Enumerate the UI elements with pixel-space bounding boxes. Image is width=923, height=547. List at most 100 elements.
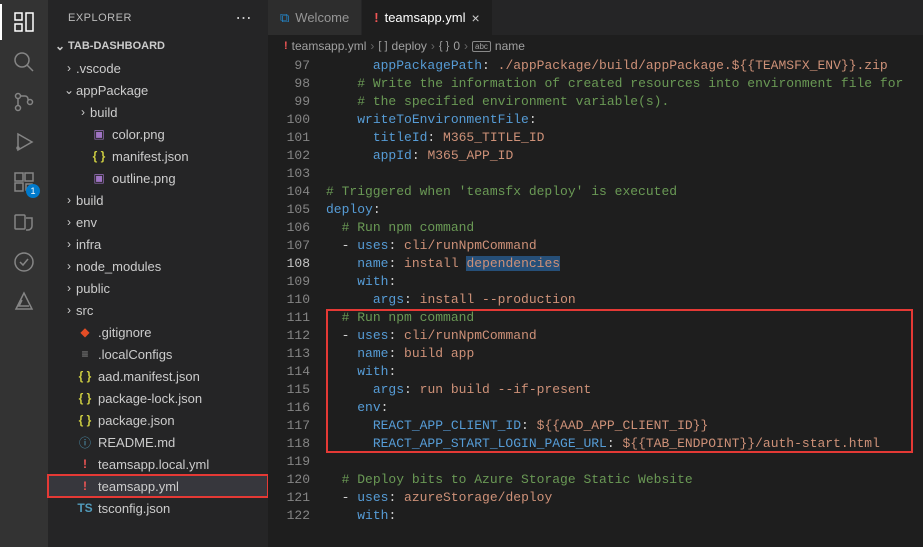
- file-label: infra: [76, 237, 101, 252]
- folder-item[interactable]: ›.vscode: [48, 57, 268, 79]
- yaml-icon: !: [374, 10, 378, 25]
- code-line[interactable]: appId: M365_APP_ID: [326, 147, 915, 165]
- explorer-sidebar: EXPLORER ⋯ ⌄ TAB-DASHBOARD ›.vscode⌄appP…: [48, 0, 268, 547]
- code-line[interactable]: [326, 453, 915, 471]
- line-number: 101: [268, 129, 310, 147]
- tab-label: Welcome: [295, 10, 349, 25]
- line-number: 114: [268, 363, 310, 381]
- chevron-down-icon: ⌄: [62, 83, 76, 97]
- sidebar-more-icon[interactable]: ⋯: [236, 8, 253, 28]
- breadcrumb-item[interactable]: 0: [453, 39, 460, 53]
- tab-welcome[interactable]: ⧉ Welcome: [268, 0, 362, 35]
- file-label: .vscode: [76, 61, 121, 76]
- folder-item[interactable]: ›src: [48, 299, 268, 321]
- code-line[interactable]: writeToEnvironmentFile:: [326, 111, 915, 129]
- code-line[interactable]: - uses: azureStorage/deploy: [326, 489, 915, 507]
- code-line[interactable]: args: install --production: [326, 291, 915, 309]
- line-number: 103: [268, 165, 310, 183]
- file-item[interactable]: { }package.json: [48, 409, 268, 431]
- code-line[interactable]: env:: [326, 399, 915, 417]
- code-line[interactable]: name: install dependencies: [326, 255, 915, 273]
- activity-source-control-icon[interactable]: [10, 88, 38, 116]
- code-line[interactable]: # Run npm command: [326, 309, 915, 327]
- file-item[interactable]: { }manifest.json: [48, 145, 268, 167]
- code-line[interactable]: # the specified environment variable(s).: [326, 93, 915, 111]
- file-item[interactable]: { }package-lock.json: [48, 387, 268, 409]
- file-label: appPackage: [76, 83, 148, 98]
- file-item[interactable]: ◆.gitignore: [48, 321, 268, 343]
- folder-section-header[interactable]: ⌄ TAB-DASHBOARD: [48, 35, 268, 57]
- file-label: outline.png: [112, 171, 176, 186]
- activity-explorer-icon[interactable]: [10, 8, 38, 36]
- chevron-right-icon: ›: [62, 281, 76, 295]
- file-label: aad.manifest.json: [98, 369, 200, 384]
- yaml-icon: !: [284, 40, 288, 52]
- folder-item[interactable]: ›env: [48, 211, 268, 233]
- code-line[interactable]: [326, 165, 915, 183]
- code-line[interactable]: with:: [326, 507, 915, 525]
- breadcrumb-file[interactable]: teamsapp.yml: [292, 39, 367, 53]
- file-label: teamsapp.yml: [98, 479, 179, 494]
- activity-extensions-icon[interactable]: 1: [10, 168, 38, 196]
- code-line[interactable]: with:: [326, 273, 915, 291]
- code-line[interactable]: deploy:: [326, 201, 915, 219]
- file-item[interactable]: ▣outline.png: [48, 167, 268, 189]
- line-number: 108: [268, 255, 310, 273]
- editor-body[interactable]: 9798991001011021031041051061071081091101…: [268, 57, 923, 547]
- breadcrumb-item[interactable]: deploy: [392, 39, 427, 53]
- breadcrumb-item[interactable]: name: [495, 39, 525, 53]
- file-item[interactable]: TStsconfig.json: [48, 497, 268, 519]
- code-line[interactable]: appPackagePath: ./appPackage/build/appPa…: [326, 57, 915, 75]
- breadcrumb[interactable]: ! teamsapp.yml › [ ] deploy › { } 0 › ab…: [268, 35, 923, 57]
- folder-item[interactable]: ›public: [48, 277, 268, 299]
- file-item[interactable]: ▣color.png: [48, 123, 268, 145]
- folder-item[interactable]: ›node_modules: [48, 255, 268, 277]
- line-number: 98: [268, 75, 310, 93]
- code-line[interactable]: # Write the information of created resou…: [326, 75, 915, 93]
- close-icon[interactable]: ×: [472, 10, 480, 26]
- activity-teams-icon[interactable]: [10, 208, 38, 236]
- code-line[interactable]: - uses: cli/runNpmCommand: [326, 327, 915, 345]
- activity-azure-icon[interactable]: [10, 288, 38, 316]
- code-line[interactable]: # Deploy bits to Azure Storage Static We…: [326, 471, 915, 489]
- file-item[interactable]: ⓘREADME.md: [48, 431, 268, 453]
- activity-testing-icon[interactable]: [10, 248, 38, 276]
- line-number: 120: [268, 471, 310, 489]
- folder-item[interactable]: ⌄appPackage: [48, 79, 268, 101]
- file-label: package.json: [98, 413, 175, 428]
- chevron-right-icon: ›: [76, 105, 90, 119]
- code-line[interactable]: REACT_APP_CLIENT_ID: ${{AAD_APP_CLIENT_I…: [326, 417, 915, 435]
- code-line[interactable]: name: build app: [326, 345, 915, 363]
- extensions-badge: 1: [26, 184, 40, 198]
- file-item[interactable]: !teamsapp.yml: [48, 475, 268, 497]
- minimap[interactable]: [915, 57, 923, 547]
- file-label: src: [76, 303, 93, 318]
- code-line[interactable]: titleId: M365_TITLE_ID: [326, 129, 915, 147]
- chevron-down-icon: ⌄: [52, 39, 68, 53]
- sidebar-header: EXPLORER ⋯: [48, 0, 268, 35]
- code-line[interactable]: # Triggered when 'teamsfx deploy' is exe…: [326, 183, 915, 201]
- folder-item[interactable]: ›build: [48, 189, 268, 211]
- md-icon: ⓘ: [76, 434, 94, 451]
- code-line[interactable]: args: run build --if-present: [326, 381, 915, 399]
- folder-item[interactable]: ›build: [48, 101, 268, 123]
- activity-search-icon[interactable]: [10, 48, 38, 76]
- code-line[interactable]: REACT_APP_START_LOGIN_PAGE_URL: ${{TAB_E…: [326, 435, 915, 453]
- code-line[interactable]: with:: [326, 363, 915, 381]
- tab-label: teamsapp.yml: [385, 10, 466, 25]
- tab-teamsapp-yml[interactable]: ! teamsapp.yml ×: [362, 0, 492, 35]
- chevron-right-icon: ›: [62, 303, 76, 317]
- folder-item[interactable]: ›infra: [48, 233, 268, 255]
- line-number: 100: [268, 111, 310, 129]
- file-item[interactable]: ≡.localConfigs: [48, 343, 268, 365]
- file-item[interactable]: { }aad.manifest.json: [48, 365, 268, 387]
- sidebar-title: EXPLORER: [68, 12, 132, 24]
- file-item[interactable]: !teamsapp.local.yml: [48, 453, 268, 475]
- line-number: 113: [268, 345, 310, 363]
- activity-run-debug-icon[interactable]: [10, 128, 38, 156]
- line-number: 104: [268, 183, 310, 201]
- code-line[interactable]: # Run npm command: [326, 219, 915, 237]
- code-content[interactable]: appPackagePath: ./appPackage/build/appPa…: [326, 57, 915, 547]
- code-line[interactable]: - uses: cli/runNpmCommand: [326, 237, 915, 255]
- object-icon: { }: [439, 40, 449, 52]
